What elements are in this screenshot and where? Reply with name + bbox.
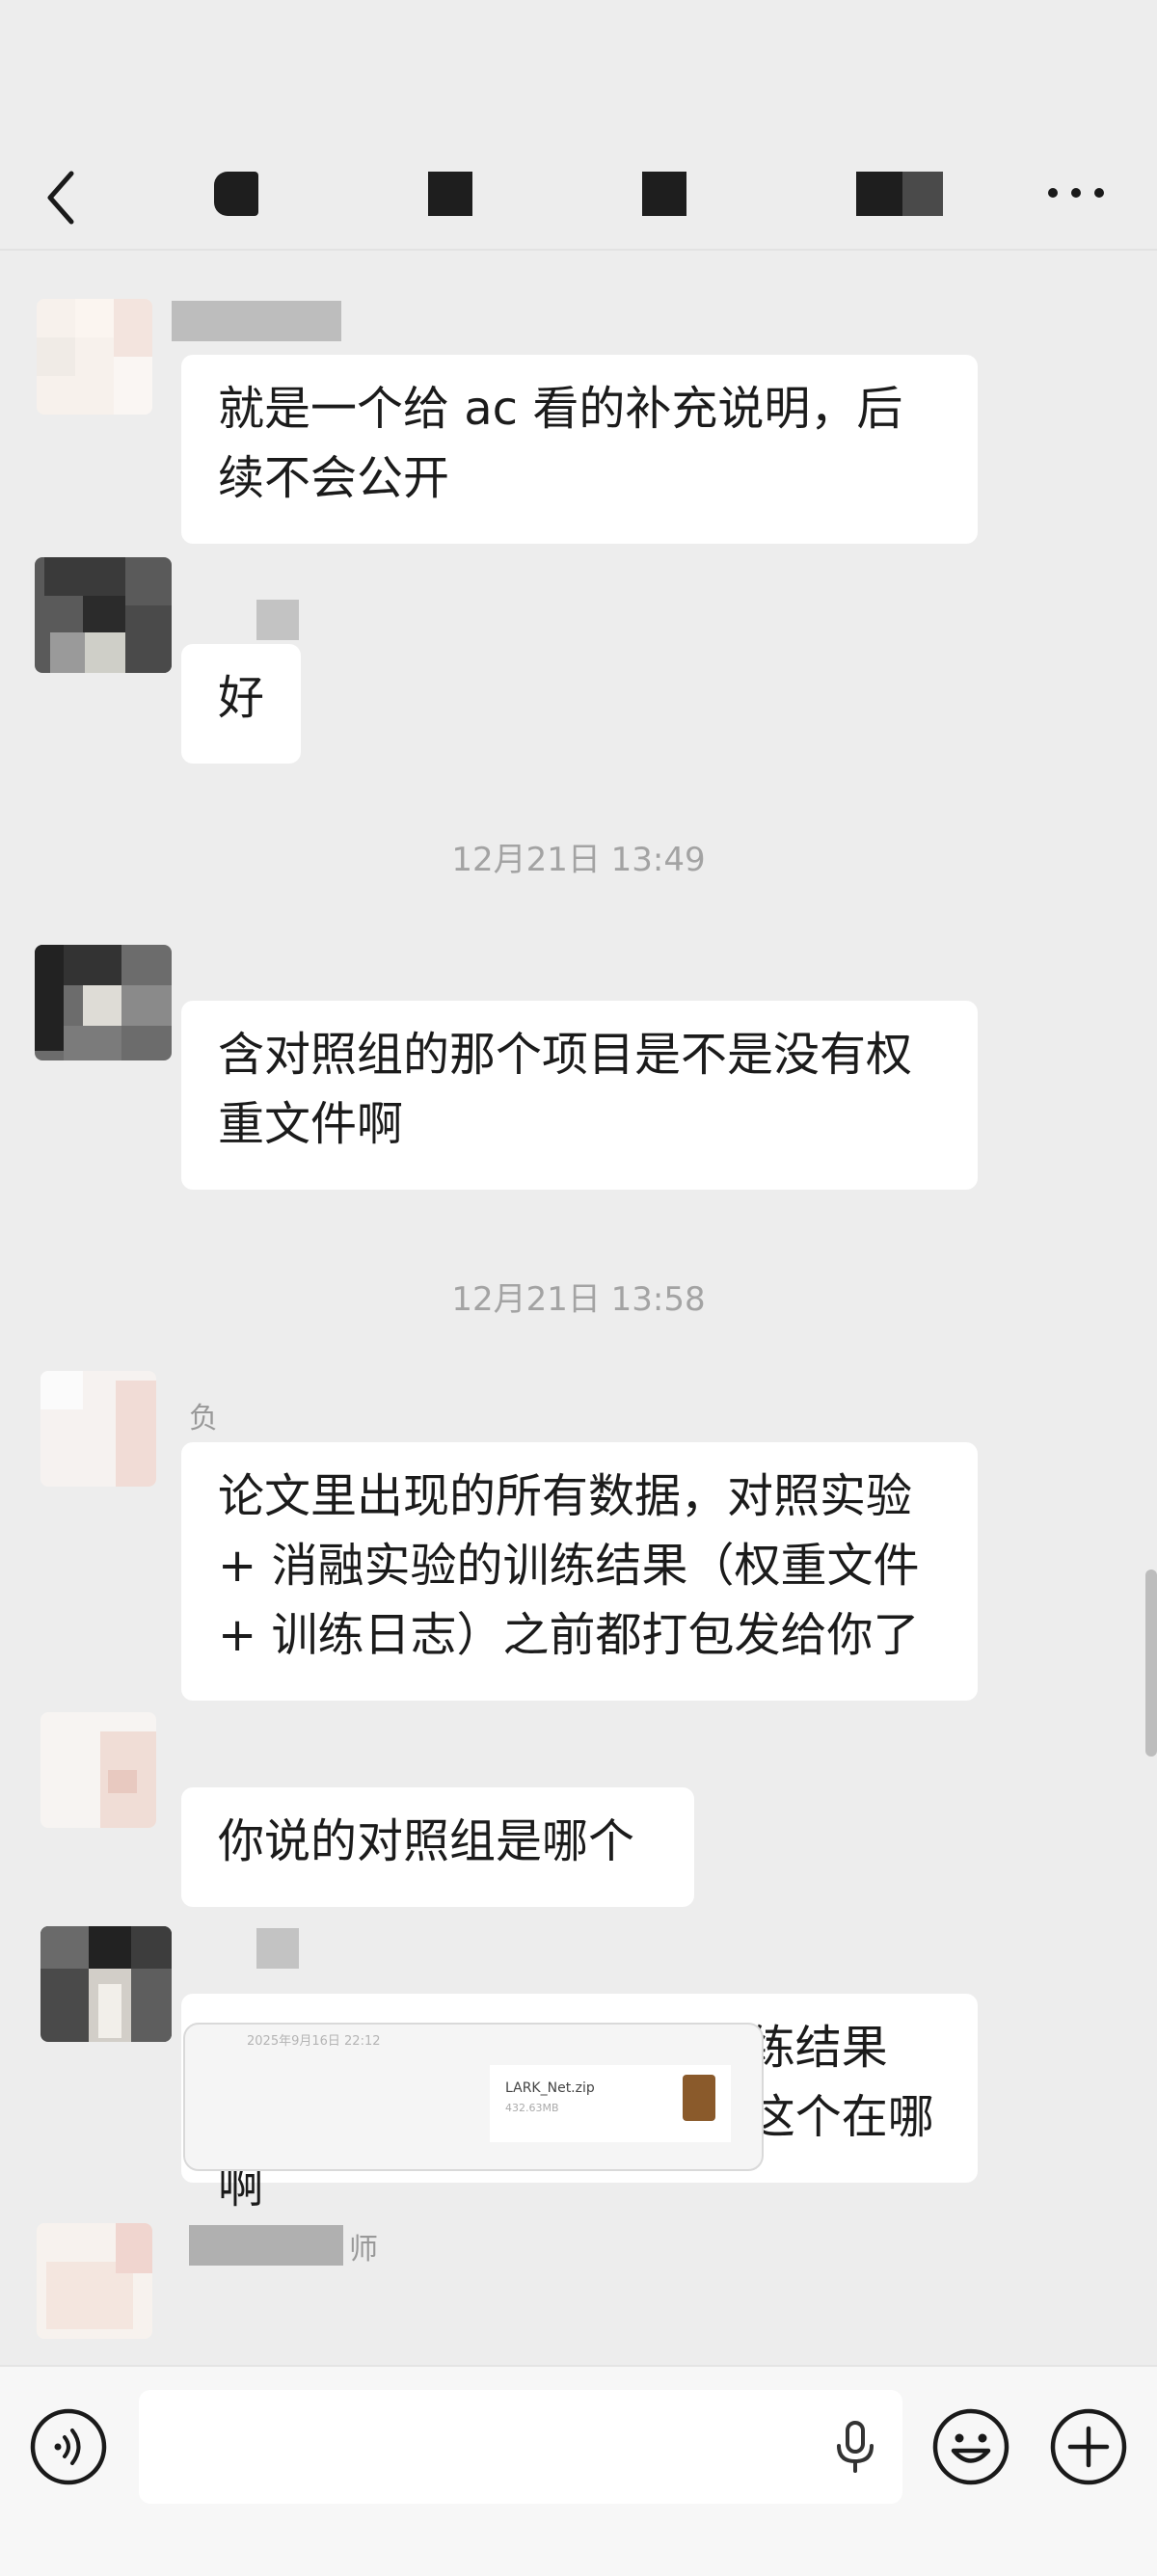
file-size: 432.63MB bbox=[505, 2102, 559, 2114]
sender-name-redaction bbox=[256, 1928, 299, 1969]
sender-name-redaction bbox=[189, 2225, 343, 2266]
message-text: 好 bbox=[218, 671, 265, 725]
chat-header bbox=[0, 135, 1157, 251]
title-redaction bbox=[642, 172, 686, 216]
message-text: 就是一个给 ac 看的补充说明，后 续不会公开 bbox=[218, 382, 903, 505]
file-name: LARK_Net.zip bbox=[505, 2080, 595, 2096]
avatar[interactable] bbox=[35, 557, 172, 673]
message-bubble[interactable]: 就是一个给 ac 看的补充说明，后 续不会公开 bbox=[181, 355, 978, 544]
status-area bbox=[0, 0, 1157, 135]
message-bubble[interactable]: 好 bbox=[181, 644, 301, 764]
file-message-card[interactable]: 2025年9月16日 22:12 LARK_Net.zip 432.63MB bbox=[183, 2023, 764, 2171]
chevron-left-icon bbox=[47, 171, 74, 225]
avatar[interactable] bbox=[35, 945, 172, 1060]
avatar[interactable] bbox=[37, 2223, 152, 2339]
title-redaction bbox=[902, 172, 943, 216]
zip-file-icon bbox=[683, 2075, 715, 2121]
file-date: 2025年9月16日 22:12 bbox=[247, 2034, 381, 2049]
voice-mode-button[interactable] bbox=[29, 2407, 108, 2486]
sender-name-redaction bbox=[256, 600, 299, 640]
message-input[interactable] bbox=[158, 2390, 818, 2506]
title-redaction bbox=[856, 172, 902, 216]
title-redaction bbox=[214, 172, 258, 216]
avatar[interactable] bbox=[40, 1712, 156, 1828]
more-horizontal-icon bbox=[1048, 188, 1104, 198]
back-button[interactable] bbox=[35, 154, 93, 231]
file-attachment[interactable]: LARK_Net.zip 432.63MB bbox=[490, 2065, 731, 2142]
avatar[interactable] bbox=[37, 299, 152, 415]
message-bubble[interactable]: 含对照组的那个项目是不是没有权 重文件啊 bbox=[181, 1001, 978, 1190]
plus-icon bbox=[1050, 2408, 1127, 2485]
sender-name: 负 bbox=[189, 1402, 218, 1436]
microphone-icon bbox=[837, 2421, 874, 2473]
message-text: 你说的对照组是哪个 bbox=[218, 1814, 635, 1868]
more-button[interactable] bbox=[1036, 170, 1117, 216]
plus-button[interactable] bbox=[1049, 2407, 1128, 2486]
voice-mode-icon bbox=[30, 2408, 107, 2485]
avatar[interactable] bbox=[40, 1926, 172, 2042]
message-list[interactable]: 就是一个给 ac 看的补充说明，后 续不会公开 好 12月21日 13:49 含… bbox=[0, 249, 1157, 2365]
sender-name-redaction bbox=[172, 301, 341, 341]
message-bubble[interactable]: 你说的对照组是哪个 bbox=[181, 1787, 694, 1907]
title-redaction bbox=[428, 172, 472, 216]
emoji-button[interactable] bbox=[931, 2407, 1010, 2486]
message-text: 含对照组的那个项目是不是没有权 重文件啊 bbox=[218, 1028, 913, 1151]
timestamp: 12月21日 13:58 bbox=[451, 1280, 706, 1319]
message-bubble[interactable]: 论文里出现的所有数据，对照实验 + 消融实验的训练结果（权重文件 + 训练日志）… bbox=[181, 1442, 978, 1701]
sender-name: 师 bbox=[349, 2233, 378, 2267]
timestamp: 12月21日 13:49 bbox=[451, 841, 706, 879]
input-bar bbox=[0, 2365, 1157, 2576]
scrollbar-thumb[interactable] bbox=[1145, 1570, 1157, 1757]
emoji-icon bbox=[932, 2408, 1009, 2485]
message-text: 论文里出现的所有数据，对照实验 + 消融实验的训练结果（权重文件 + 训练日志）… bbox=[218, 1469, 920, 1662]
microphone-button[interactable] bbox=[825, 2417, 885, 2477]
message-input-box[interactable] bbox=[139, 2390, 902, 2506]
avatar[interactable] bbox=[40, 1371, 156, 1487]
